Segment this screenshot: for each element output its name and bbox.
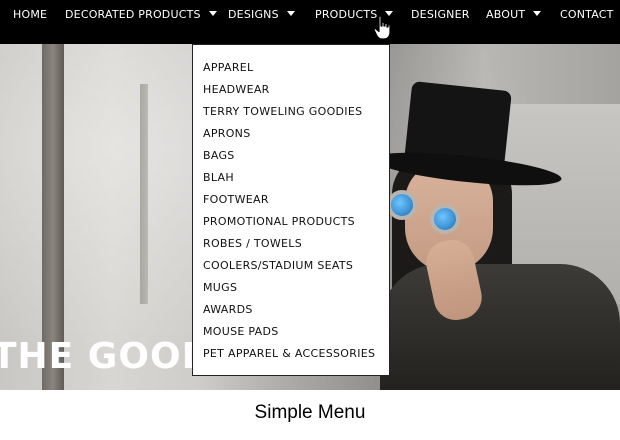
dropdown-item-coolers-stadium-seats[interactable]: COOLERS/STADIUM SEATS [193, 255, 389, 277]
dropdown-item-robes-towels[interactable]: ROBES / TOWELS [193, 233, 389, 255]
hand-pointer-icon [373, 15, 391, 40]
nav-item-label: CONTACT [560, 8, 614, 21]
hero-headline: THE GOOD [0, 336, 213, 377]
nav-item-decorated-products[interactable]: DECORATED PRODUCTS [65, 0, 217, 30]
sunglasses-lens-left [387, 190, 417, 220]
caret-down-icon [533, 11, 542, 16]
caption-text: Simple Menu [254, 402, 366, 423]
nav-item-designs[interactable]: DESIGNS [228, 0, 295, 30]
nav-item-label: DECORATED PRODUCTS [65, 8, 201, 21]
dropdown-item-apparel[interactable]: APPAREL [193, 57, 389, 79]
nav-item-about[interactable]: ABOUT [486, 0, 542, 30]
dropdown-item-mugs[interactable]: MUGS [193, 277, 389, 299]
dropdown-item-terry-toweling-goodies[interactable]: TERRY TOWELING GOODIES [193, 101, 389, 123]
hero-background-post [140, 84, 148, 304]
nav-item-home[interactable]: HOME [13, 0, 47, 30]
hero-model-coat [380, 264, 620, 390]
top-navigation-bar: HOME DECORATED PRODUCTS DESIGNS PRODUCTS… [0, 0, 620, 44]
nav-item-designer[interactable]: DESIGNER [411, 0, 470, 30]
sunglasses-lens-right [430, 204, 460, 234]
dropdown-item-aprons[interactable]: APRONS [193, 123, 389, 145]
dropdown-item-mouse-pads[interactable]: MOUSE PADS [193, 321, 389, 343]
nav-item-label: DESIGNER [411, 8, 470, 21]
nav-item-contact[interactable]: CONTACT [560, 0, 614, 30]
dropdown-item-pet-apparel-accessories[interactable]: PET APPAREL & ACCESSORIES [193, 343, 389, 365]
dropdown-item-awards[interactable]: AWARDS [193, 299, 389, 321]
dropdown-item-footwear[interactable]: FOOTWEAR [193, 189, 389, 211]
caret-down-icon [286, 11, 295, 16]
products-dropdown-menu: APPAREL HEADWEAR TERRY TOWELING GOODIES … [192, 44, 390, 376]
nav-item-label: PRODUCTS [315, 8, 378, 21]
dropdown-item-blah[interactable]: BLAH [193, 167, 389, 189]
nav-item-label: HOME [13, 8, 48, 21]
dropdown-item-headwear[interactable]: HEADWEAR [193, 79, 389, 101]
dropdown-item-promotional-products[interactable]: PROMOTIONAL PRODUCTS [193, 211, 389, 233]
caret-down-icon [208, 11, 217, 16]
dropdown-item-bags[interactable]: BAGS [193, 145, 389, 167]
nav-item-label: DESIGNS [228, 8, 279, 21]
nav-item-label: ABOUT [486, 8, 526, 21]
